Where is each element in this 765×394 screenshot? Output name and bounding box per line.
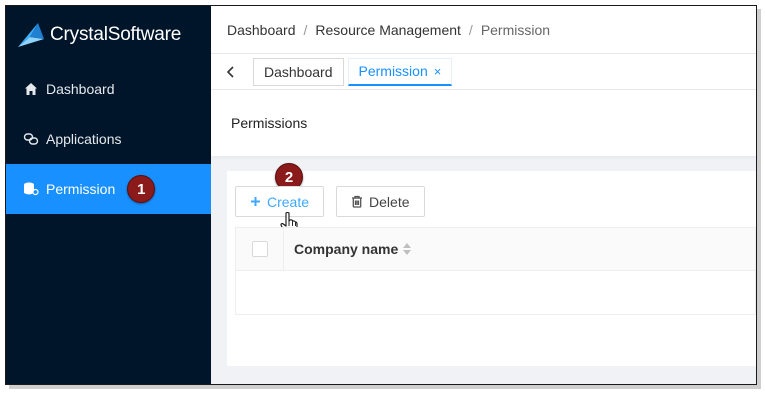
- sidebar-item-permission[interactable]: Permission 1: [6, 164, 211, 214]
- permissions-table: Company name: [235, 227, 756, 315]
- crystal-logo-icon: [18, 23, 44, 47]
- table-body: [236, 271, 755, 314]
- trash-icon: [351, 195, 363, 208]
- tab-label: Permission: [358, 63, 428, 79]
- sidebar-item-label: Dashboard: [46, 81, 115, 97]
- delete-button-label: Delete: [369, 193, 410, 210]
- breadcrumb-item-resource-management[interactable]: Resource Management: [315, 22, 461, 38]
- tab-label: Dashboard: [264, 63, 333, 80]
- sidebar-item-dashboard[interactable]: Dashboard: [6, 64, 211, 114]
- tab-bar: Dashboard Permission ×: [211, 54, 756, 90]
- select-all-cell: [236, 228, 284, 270]
- table-header: Company name: [236, 228, 755, 271]
- sidebar: CrystalSoftware Dashboard Applications P…: [6, 6, 211, 384]
- link-icon: [22, 130, 40, 148]
- window-shadow: [9, 385, 761, 389]
- app-window: CrystalSoftware Dashboard Applications P…: [5, 5, 757, 385]
- breadcrumb: Dashboard / Resource Management / Permis…: [211, 6, 756, 54]
- breadcrumb-item-dashboard[interactable]: Dashboard: [227, 22, 296, 38]
- brand-name: CrystalSoftware: [50, 24, 182, 45]
- home-icon: [22, 80, 40, 98]
- tab-permission[interactable]: Permission ×: [347, 57, 453, 86]
- tab-dashboard[interactable]: Dashboard: [253, 57, 344, 86]
- column-header-company-name[interactable]: Company name: [284, 241, 412, 257]
- delete-button[interactable]: Delete: [336, 186, 425, 217]
- page-header: Permissions: [211, 90, 756, 156]
- breadcrumb-item-permission: Permission: [480, 21, 551, 38]
- step-badge-1: 1: [127, 175, 156, 203]
- sort-icon[interactable]: [402, 242, 412, 256]
- select-all-checkbox[interactable]: [251, 241, 268, 257]
- sidebar-item-applications[interactable]: Applications: [6, 114, 211, 164]
- column-header-label: Company name: [294, 241, 399, 257]
- table-toolbar: Create Delete: [235, 186, 425, 217]
- close-icon[interactable]: ×: [434, 64, 442, 79]
- breadcrumb-separator: /: [303, 21, 308, 38]
- database-user-icon: [22, 180, 40, 198]
- page-title: Permissions: [231, 115, 308, 131]
- window-shadow: [757, 9, 761, 389]
- chevron-left-icon[interactable]: [221, 62, 241, 82]
- sidebar-item-label: Applications: [46, 131, 122, 147]
- main-content: Dashboard / Resource Management / Permis…: [211, 6, 756, 384]
- sidebar-item-label: Permission: [46, 181, 116, 197]
- breadcrumb-separator: /: [468, 21, 473, 38]
- permissions-card: 2 Create Delete Company name: [227, 163, 756, 366]
- plus-icon: [250, 196, 261, 207]
- create-button-label: Create: [267, 193, 310, 210]
- brand-logo[interactable]: CrystalSoftware: [6, 6, 211, 64]
